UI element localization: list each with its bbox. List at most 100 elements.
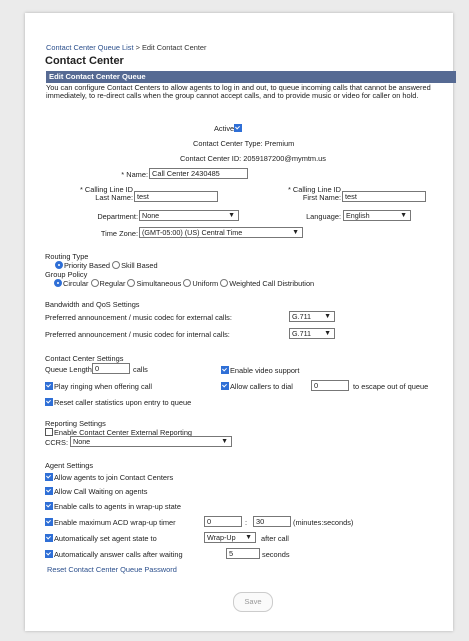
acd-seconds-input[interactable]: 30 — [253, 516, 291, 527]
agent-state-select[interactable]: Wrap-Up ▼ — [204, 532, 256, 543]
after-call-label: after call — [261, 534, 289, 543]
routing-type-title: Routing Type — [45, 252, 89, 261]
external-codec-label: Preferred announcement / music codec for… — [45, 313, 232, 322]
routing-priority-label: Priority Based — [64, 261, 111, 270]
external-codec-select[interactable]: G.711 ▼ — [289, 311, 335, 322]
wrapup-calls-checkbox[interactable] — [45, 502, 53, 510]
department-value: None — [142, 211, 160, 220]
chevron-down-icon: ▼ — [245, 534, 252, 541]
agent-join-label: Allow agents to join Contact Centers — [54, 473, 174, 482]
department-label: Department: — [97, 212, 138, 221]
active-checkbox[interactable] — [234, 124, 243, 132]
reset-password-link[interactable]: Reset Contact Center Queue Password — [47, 565, 177, 574]
chevron-down-icon: ▼ — [324, 313, 331, 320]
breadcrumb-queue-list-link[interactable]: Contact Center Queue List — [46, 43, 134, 52]
clid-last-name-input[interactable]: test — [134, 191, 218, 202]
section-title: Edit Contact Center Queue — [49, 72, 146, 81]
play-ringing-checkbox[interactable] — [45, 382, 53, 390]
video-support-checkbox[interactable] — [221, 366, 229, 374]
seconds-label: seconds — [262, 550, 290, 559]
acd-minutes-input[interactable]: 0 — [204, 516, 242, 527]
auto-answer-label: Automatically answer calls after waiting — [54, 550, 183, 559]
escape-digit-input[interactable]: 0 — [311, 380, 349, 391]
ccrs-select[interactable]: None ▼ — [70, 436, 232, 447]
routing-skill-radio[interactable] — [112, 261, 121, 269]
auto-state-label: Automatically set agent state to — [54, 534, 157, 543]
answer-wait-input[interactable]: 5 — [226, 548, 260, 559]
content-panel: Contact Center Queue List > Edit Contact… — [25, 13, 456, 631]
wrapup-calls-label: Enable calls to agents in wrap-up state — [54, 502, 181, 511]
auto-answer-row: Automatically answer calls after waiting — [45, 550, 183, 559]
reset-stats-row: Reset caller statistics upon entry to qu… — [45, 398, 191, 407]
external-reporting-checkbox[interactable] — [45, 428, 53, 436]
clid-first-name-input[interactable]: test — [342, 191, 426, 202]
policy-weighted-label: Weighted Call Distribution — [229, 279, 315, 288]
clid-first-label: * Calling Line ID First Name: — [265, 186, 341, 202]
chevron-down-icon: ▼ — [221, 438, 228, 445]
language-select[interactable]: English ▼ — [343, 210, 411, 221]
name-label: * Name: — [121, 170, 148, 179]
routing-type-options: Priority Based Skill Based — [55, 261, 158, 270]
department-select[interactable]: None ▼ — [139, 210, 239, 221]
name-input[interactable]: Call Center 2430485 — [149, 168, 248, 179]
allow-dial-checkbox[interactable] — [221, 382, 229, 390]
wrapup-calls-row: Enable calls to agents in wrap-up state — [45, 502, 181, 511]
play-ringing-label: Play ringing when offering call — [54, 382, 153, 391]
policy-simultaneous-label: Simultaneous — [136, 279, 182, 288]
breadcrumb-separator: > — [135, 43, 140, 52]
reset-stats-label: Reset caller statistics upon entry to qu… — [54, 398, 192, 407]
call-waiting-label: Allow Call Waiting on agents — [54, 487, 148, 496]
clid-last-label: * Calling Line ID Last Name: — [55, 186, 133, 202]
routing-skill-label: Skill Based — [121, 261, 158, 270]
calls-label: calls — [133, 365, 148, 374]
breadcrumb: Contact Center Queue List > Edit Contact… — [46, 43, 206, 52]
routing-priority-radio[interactable] — [55, 261, 63, 269]
queue-length-input[interactable]: 0 — [92, 363, 130, 374]
internal-codec-value: G.711 — [292, 329, 312, 338]
policy-weighted-radio[interactable] — [220, 279, 229, 287]
auto-state-checkbox[interactable] — [45, 534, 53, 542]
agent-join-checkbox[interactable] — [45, 473, 53, 481]
language-label: Language: — [306, 212, 341, 221]
active-row: Active — [214, 124, 243, 133]
group-policy-options: Circular Regular Simultaneous Uniform We… — [54, 279, 314, 288]
video-support-label: Enable video support — [230, 366, 300, 375]
agent-settings-title: Agent Settings — [45, 461, 94, 470]
call-waiting-row: Allow Call Waiting on agents — [45, 487, 147, 496]
call-waiting-checkbox[interactable] — [45, 487, 53, 495]
ccrs-label: CCRS: — [45, 438, 68, 447]
bandwidth-title: Bandwidth and QoS Settings — [45, 300, 140, 309]
policy-regular-radio[interactable] — [90, 279, 99, 287]
reporting-title: Reporting Settings — [45, 419, 106, 428]
max-acd-checkbox[interactable] — [45, 518, 53, 526]
allow-dial-label: Allow callers to dial — [230, 382, 293, 391]
clid-last-label-line2: Last Name: — [95, 193, 133, 202]
policy-circular-label: Circular — [63, 279, 89, 288]
video-support-row: Enable video support — [221, 366, 299, 375]
acd-colon: : — [245, 518, 248, 527]
internal-codec-select[interactable]: G.711 ▼ — [289, 328, 335, 339]
chevron-down-icon: ▼ — [228, 212, 235, 219]
group-policy-title: Group Policy — [45, 270, 88, 279]
page-title: Contact Center — [45, 55, 124, 67]
ccrs-value: None — [73, 437, 91, 446]
cc-settings-title: Contact Center Settings — [45, 354, 124, 363]
agent-join-row: Allow agents to join Contact Centers — [45, 473, 173, 482]
timezone-select[interactable]: (GMT-05:00) (US) Central Time ▼ — [139, 227, 303, 238]
breadcrumb-current: Edit Contact Center — [141, 43, 207, 52]
policy-circular-radio[interactable] — [54, 279, 62, 287]
policy-uniform-radio[interactable] — [183, 279, 192, 287]
timezone-value: (GMT-05:00) (US) Central Time — [142, 228, 243, 237]
reset-stats-checkbox[interactable] — [45, 398, 53, 406]
policy-simultaneous-radio[interactable] — [127, 279, 136, 287]
queue-length-label: Queue Length: — [45, 365, 94, 374]
auto-answer-checkbox[interactable] — [45, 550, 53, 558]
max-acd-row: Enable maximum ACD wrap-up timer — [45, 518, 176, 527]
clid-first-label-line2: First Name: — [302, 193, 341, 202]
save-button[interactable]: Save — [233, 592, 273, 612]
section-title-bar: Edit Contact Center Queue — [46, 71, 456, 83]
language-value: English — [346, 211, 370, 220]
allow-dial-row: Allow callers to dial — [221, 382, 293, 391]
escape-label: to escape out of queue — [353, 382, 429, 391]
active-label: Active — [214, 124, 235, 133]
